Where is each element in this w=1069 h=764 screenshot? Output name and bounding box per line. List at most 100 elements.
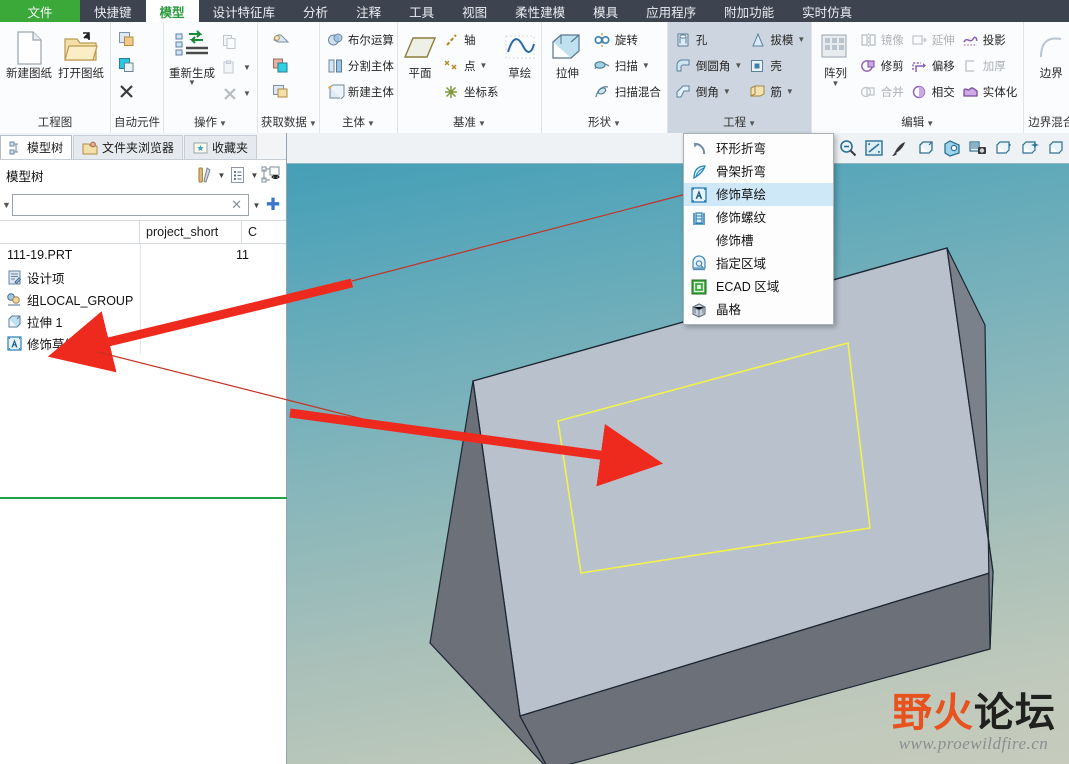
ribbon-tab-10[interactable]: 应用程序	[632, 0, 710, 22]
datum-point-button[interactable]: 点 ▼	[439, 53, 502, 78]
new-body-button[interactable]: 新建主体	[323, 79, 397, 104]
menu-item-0[interactable]: 环形折弯	[684, 137, 833, 160]
tree-row-3[interactable]: 拉伸 1	[0, 310, 286, 332]
intersect-button[interactable]: 相交	[907, 79, 958, 104]
extrude-button[interactable]: 拉伸	[545, 26, 590, 80]
chevron-down-icon[interactable]: ▼	[613, 119, 621, 128]
mirror-button[interactable]: 镜像	[856, 27, 907, 52]
sketch-button[interactable]: 草绘	[502, 26, 538, 80]
chevron-down-icon[interactable]: ▼	[832, 80, 840, 88]
graphics-viewport[interactable]: 野 火 论 坛 www.proewildfire.cn	[287, 133, 1069, 764]
extend-button[interactable]: 延伸	[907, 27, 958, 52]
chevron-down-icon[interactable]: ▼	[309, 119, 317, 128]
tree-row-2[interactable]: 组LOCAL_GROUP	[0, 288, 286, 310]
column-header-c[interactable]: C	[242, 221, 286, 243]
ribbon-tab-4[interactable]: 分析	[289, 0, 342, 22]
menu-item-5[interactable]: 指定区域	[684, 252, 833, 275]
solidify-button[interactable]: 实体化	[958, 79, 1021, 104]
auto-delete-button[interactable]	[114, 79, 139, 104]
get-data-1-button[interactable]	[269, 27, 294, 52]
menu-item-2[interactable]: 修饰草绘	[684, 183, 833, 206]
ribbon-tab-5[interactable]: 注释	[342, 0, 395, 22]
datum-plane-button[interactable]: 平面	[401, 26, 439, 80]
shell-button[interactable]: 壳	[745, 53, 808, 78]
tree-filters-icon[interactable]	[260, 164, 282, 186]
merge-button[interactable]: 合并	[856, 79, 907, 104]
search-input[interactable]	[17, 197, 230, 213]
ribbon-tab-2[interactable]: 模型	[145, 0, 199, 22]
3d-model-canvas[interactable]	[287, 133, 1069, 764]
chevron-down-icon[interactable]: ▼	[243, 89, 251, 98]
tree-row-0[interactable]: 111-19.PRT 11	[0, 244, 286, 266]
navigator-tab-1[interactable]: 文件夹浏览器	[73, 135, 184, 159]
column-header-name[interactable]	[0, 221, 140, 243]
refit-icon[interactable]	[861, 135, 887, 161]
repaint-icon[interactable]	[887, 135, 913, 161]
saved-views-icon[interactable]	[965, 135, 991, 161]
chamfer-button[interactable]: 倒角 ▼	[671, 79, 745, 104]
get-data-2-button[interactable]	[269, 53, 294, 78]
chevron-down-icon[interactable]: ▼	[642, 61, 650, 70]
column-header-project-short[interactable]: project_short	[140, 221, 242, 243]
ribbon-group-engineering[interactable]: 孔 倒圆角 ▼ 倒角 ▼ 拔模 ▼ 壳 筋 ▼ 工程 ▼	[667, 22, 813, 133]
copy-button[interactable]	[217, 29, 254, 54]
chevron-down-icon[interactable]: ▼	[478, 119, 486, 128]
datum-axis-button[interactable]: 轴	[439, 27, 502, 52]
annotation-display-icon[interactable]	[1043, 135, 1069, 161]
chevron-down-icon[interactable]: ▼	[216, 171, 227, 180]
chevron-down-icon[interactable]: ▼	[219, 119, 227, 128]
chevron-down-icon[interactable]: ▼	[748, 119, 756, 128]
navigator-tab-0[interactable]: 模型树	[0, 135, 73, 159]
menu-item-6[interactable]: ECAD 区域	[684, 275, 833, 298]
tree-row-1[interactable]: 设计项	[0, 266, 286, 288]
project-button[interactable]: 投影	[958, 27, 1021, 52]
chevron-down-icon[interactable]: ▼	[786, 87, 794, 96]
menu-item-7[interactable]: 晶格	[684, 298, 833, 321]
settings-tools-icon[interactable]	[194, 164, 216, 186]
pattern-button[interactable]: 阵列 ▼	[815, 26, 856, 88]
chevron-down-icon[interactable]: ▼	[2, 200, 11, 210]
chevron-down-icon[interactable]: ▼	[723, 87, 731, 96]
rib-button[interactable]: 筋 ▼	[745, 79, 808, 104]
auto-place-button[interactable]	[114, 27, 139, 52]
menu-item-4[interactable]: 修饰槽	[684, 229, 833, 252]
menu-item-1[interactable]: 骨架折弯	[684, 160, 833, 183]
zoom-out-icon[interactable]	[835, 135, 861, 161]
ribbon-tab-1[interactable]: 快捷键	[80, 0, 146, 22]
draft-button[interactable]: 拔模 ▼	[745, 27, 808, 52]
get-data-3-button[interactable]	[269, 79, 294, 104]
swept-blend-button[interactable]: 扫描混合	[590, 79, 664, 104]
datum-csys-button[interactable]: 坐标系	[439, 79, 502, 104]
datum-display-icon[interactable]	[991, 135, 1017, 161]
menu-item-3[interactable]: 修饰螺纹	[684, 206, 833, 229]
appearance-gallery-icon[interactable]	[939, 135, 965, 161]
chevron-down-icon[interactable]: ▼	[243, 63, 251, 72]
chevron-down-icon[interactable]: ▼	[734, 61, 742, 70]
trim-button[interactable]: 修剪	[856, 53, 907, 78]
boundary-blend-button[interactable]: 边界	[1027, 26, 1069, 80]
ribbon-tab-11[interactable]: 附加功能	[710, 0, 788, 22]
navigator-tab-2[interactable]: 收藏夹	[184, 135, 258, 159]
sweep-button[interactable]: 扫描 ▼	[590, 53, 664, 78]
ribbon-tab-6[interactable]: 工具	[395, 0, 448, 22]
engineering-dropdown-menu[interactable]: 环形折弯 骨架折弯 修饰草绘 修饰螺纹 修饰槽 指定区域 ECAD 区域 晶格	[683, 133, 834, 325]
hole-button[interactable]: 孔	[671, 27, 745, 52]
tree-row-4[interactable]: 修饰草绘 1	[0, 332, 286, 354]
chevron-down-icon[interactable]: ▼	[251, 201, 262, 210]
ribbon-tab-7[interactable]: 视图	[448, 0, 501, 22]
chevron-down-icon[interactable]: ▼	[797, 35, 805, 44]
group-label-engineering[interactable]: 工程 ▼	[671, 114, 808, 133]
delete-button[interactable]: ▼	[217, 81, 254, 106]
open-drawing-button[interactable]: 打开图纸	[55, 26, 107, 80]
clear-search-icon[interactable]: ✕	[229, 197, 244, 213]
regenerate-button[interactable]: 重新生成 ▼	[167, 26, 217, 87]
spin-center-icon[interactable]	[1017, 135, 1043, 161]
search-field-container[interactable]: ✕	[12, 194, 249, 216]
offset-button[interactable]: 偏移	[907, 53, 958, 78]
chevron-down-icon[interactable]: ▼	[367, 119, 375, 128]
round-button[interactable]: 倒圆角 ▼	[671, 53, 745, 78]
ribbon-tab-8[interactable]: 柔性建模	[501, 0, 579, 22]
paste-button[interactable]: ▼	[217, 55, 254, 80]
ribbon-tab-12[interactable]: 实时仿真	[788, 0, 866, 22]
ribbon-tab-3[interactable]: 设计特征库	[199, 0, 290, 22]
